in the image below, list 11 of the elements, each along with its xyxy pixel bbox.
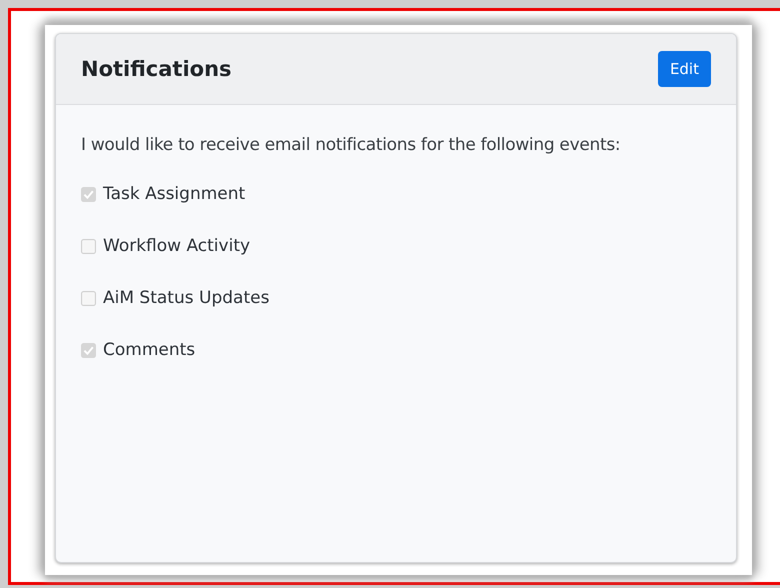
checkbox[interactable] (81, 290, 96, 306)
checkbox[interactable] (81, 342, 96, 358)
checkbox-label: AiM Status Updates (103, 288, 270, 308)
intro-text: I would like to receive email notifications for the following events: (81, 135, 622, 155)
checkbox-label: Workflow Activity (103, 236, 250, 256)
checkbox-label: Comments (103, 340, 196, 360)
edit-button[interactable]: Edit (658, 51, 711, 87)
card-title: Notifications (81, 57, 232, 81)
checkbox-label: Task Assignment (103, 184, 246, 204)
checkbox[interactable] (81, 238, 96, 254)
checkbox[interactable] (81, 186, 96, 202)
